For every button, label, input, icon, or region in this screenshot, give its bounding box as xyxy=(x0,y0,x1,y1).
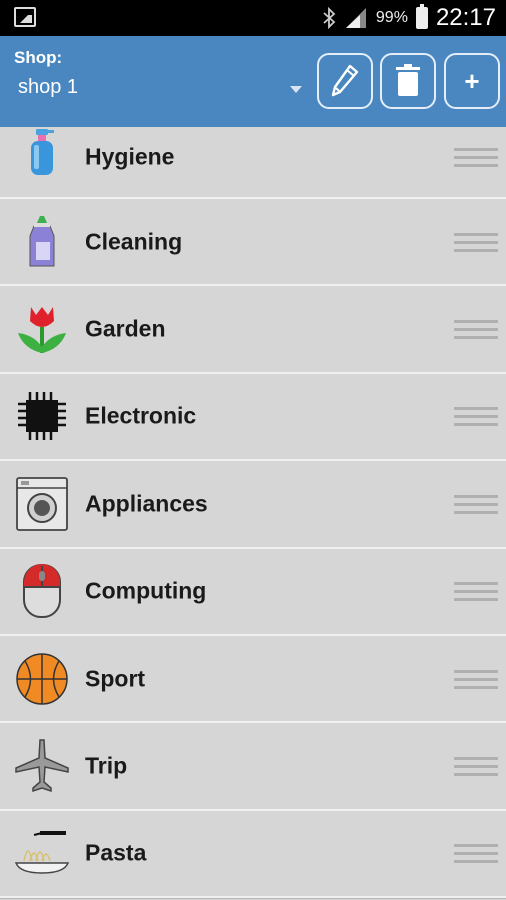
list-item[interactable]: Appliances xyxy=(0,461,506,549)
category-list: Hygiene Cleaning Garden Electronic Appli… xyxy=(0,127,506,899)
drag-handle-icon[interactable] xyxy=(454,494,498,514)
gallery-notification-icon xyxy=(14,7,36,27)
drag-handle-icon[interactable] xyxy=(454,232,498,252)
bluetooth-icon xyxy=(323,7,336,29)
shop-label: Shop: xyxy=(14,48,63,67)
clock: 22:17 xyxy=(435,4,496,31)
drag-handle-icon[interactable] xyxy=(454,843,498,864)
list-item[interactable]: Garden xyxy=(0,286,506,374)
dropdown-arrow-icon xyxy=(290,86,302,93)
list-item[interactable]: Hygiene xyxy=(0,127,506,199)
trash-icon xyxy=(396,64,420,96)
basketball-icon xyxy=(16,652,68,705)
drag-handle-icon[interactable] xyxy=(454,756,498,777)
list-item[interactable]: Sport xyxy=(0,635,506,724)
list-item-label: Computing xyxy=(85,577,207,604)
list-item-label: Hygiene xyxy=(85,143,175,170)
drag-handle-icon[interactable] xyxy=(454,669,498,689)
app-bar: Shop: shop 1 + xyxy=(0,36,506,127)
list-item[interactable]: Pasta xyxy=(0,810,506,899)
list-item[interactable]: Electronic xyxy=(0,373,506,462)
list-item-label: Garden xyxy=(85,315,166,342)
detergent-bottle-icon xyxy=(29,215,55,267)
drag-handle-icon[interactable] xyxy=(454,581,498,602)
list-item-label: Appliances xyxy=(85,490,208,517)
chip-icon xyxy=(18,392,66,441)
add-shop-button[interactable]: + xyxy=(444,53,500,109)
list-item-label: Sport xyxy=(85,665,146,692)
shop-dropdown[interactable]: shop 1 xyxy=(18,76,306,106)
battery-icon xyxy=(415,4,428,29)
computer-mouse-icon xyxy=(23,564,61,619)
edit-shop-button[interactable] xyxy=(317,53,373,109)
airplane-icon xyxy=(15,739,69,793)
tulip-icon xyxy=(18,307,66,354)
list-item-label: Cleaning xyxy=(85,228,183,255)
shop-selected-value: shop 1 xyxy=(18,76,79,98)
pasta-plate-icon xyxy=(14,831,70,875)
delete-shop-button[interactable] xyxy=(380,53,436,109)
list-item[interactable]: Computing xyxy=(0,548,506,636)
list-item[interactable]: Cleaning xyxy=(0,199,506,287)
spray-bottle-icon xyxy=(31,129,54,175)
drag-handle-icon[interactable] xyxy=(454,147,498,167)
list-item-label: Trip xyxy=(85,752,128,779)
battery-percentage: 99% xyxy=(375,9,408,26)
pencil-icon xyxy=(331,64,359,97)
signal-icon xyxy=(345,8,366,28)
add-label: + xyxy=(464,65,480,96)
list-item[interactable]: Trip xyxy=(0,723,506,811)
list-item-label: Electronic xyxy=(85,402,197,429)
list-item-label: Pasta xyxy=(85,839,147,866)
status-bar: 99% 22:17 xyxy=(0,0,506,36)
washing-machine-icon xyxy=(16,476,68,531)
drag-handle-icon[interactable] xyxy=(454,319,498,340)
drag-handle-icon[interactable] xyxy=(454,406,498,427)
